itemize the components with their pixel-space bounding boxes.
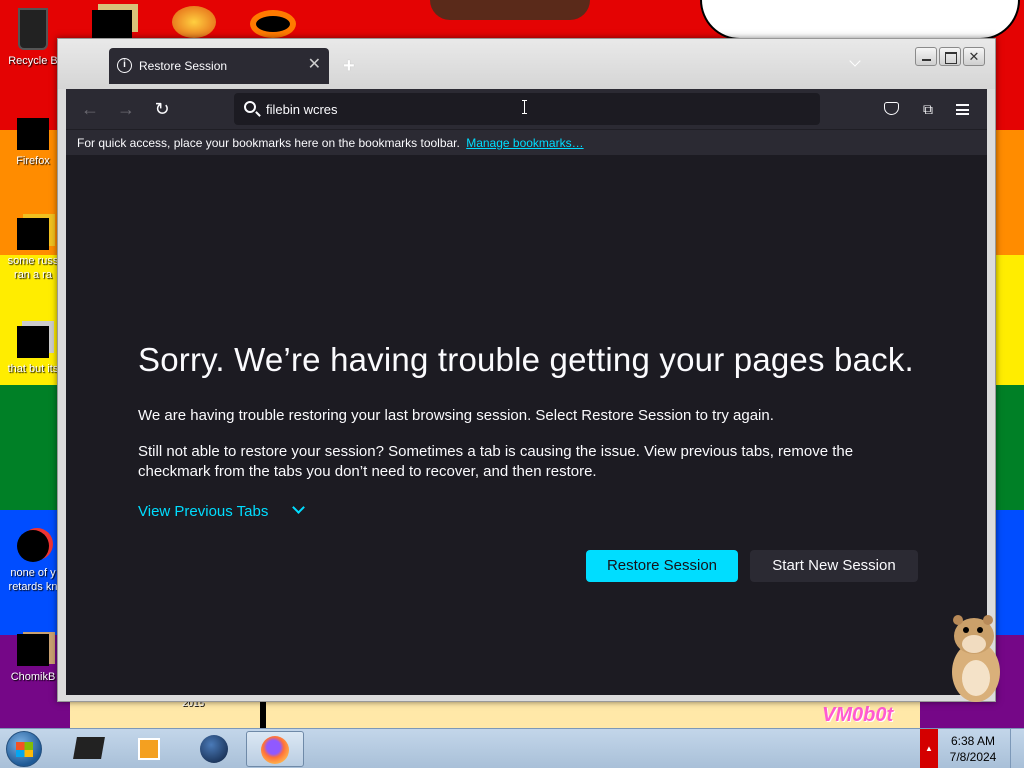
explorer-icon: [73, 737, 105, 759]
chevron-down-icon: [292, 501, 306, 514]
navigation-toolbar: ← → ↻ ⧉: [66, 89, 987, 129]
pocket-icon[interactable]: [884, 102, 899, 115]
extensions-icon[interactable]: ⧉: [918, 99, 938, 119]
tab-restore-session[interactable]: i Restore Session ✕: [109, 48, 329, 84]
show-desktop-button[interactable]: [1010, 729, 1024, 768]
tab-title: Restore Session: [139, 59, 228, 73]
forward-button[interactable]: →: [114, 97, 138, 121]
page-title: Sorry. We’re having trouble getting your…: [138, 341, 914, 378]
new-tab-button[interactable]: +: [343, 55, 355, 78]
taskbar-media-player[interactable]: [120, 731, 178, 767]
desktop-icon-label: Firefox: [16, 155, 50, 167]
desktop-icon-label-line2: ran a ra: [14, 269, 52, 281]
bookmarks-toolbar-hint: For quick access, place your bookmarks h…: [77, 136, 460, 150]
desktop-icon-app-top-2[interactable]: [250, 10, 296, 38]
show-hidden-icons-button[interactable]: ▲: [920, 729, 938, 768]
info-icon: i: [117, 58, 132, 73]
restore-help-text: Still not able to restore your session? …: [138, 443, 854, 480]
wallpaper-watermark-text: VM0b0t: [822, 704, 894, 726]
tab-close-icon[interactable]: ✕: [308, 56, 321, 74]
browser-content-frame: ← → ↻ ⧉ For quick access, place your boo…: [66, 89, 987, 695]
start-new-session-button[interactable]: Start New Session: [750, 550, 918, 582]
list-all-tabs-chevron-icon[interactable]: [849, 55, 861, 67]
desktop-icon-label: none of y: [10, 567, 56, 579]
firefox-icon: [17, 118, 49, 150]
restore-session-page: Sorry. We’re having trouble getting your…: [66, 155, 987, 695]
hamster-sticker: [952, 615, 1000, 702]
url-input[interactable]: [266, 99, 806, 119]
desktop-icon-label: ChomikB: [10, 671, 56, 683]
desktop-icon-label: that but its: [7, 363, 59, 375]
media-player-icon: [138, 738, 160, 760]
desktop-icon-file-b[interactable]: that but its: [2, 326, 64, 376]
desktop-icon-file-d[interactable]: ChomikB: [2, 634, 64, 684]
close-window-button[interactable]: ✕: [963, 47, 985, 66]
back-button[interactable]: ←: [78, 97, 102, 121]
wallpaper-cloud: [700, 0, 1020, 40]
window-controls: ✕: [915, 47, 985, 66]
wallpaper-cartoon-top: [430, 0, 590, 20]
taskbar: ▲ 6:38 AM 7/8/2024: [0, 728, 1024, 768]
start-button[interactable]: [6, 731, 42, 767]
browser-window: i Restore Session ✕ + ✕ ← → ↻ ⧉ For: [57, 38, 996, 702]
manage-bookmarks-link[interactable]: Manage bookmarks…: [466, 136, 583, 150]
desktop-icon-recycle-bin[interactable]: Recycle B: [2, 8, 64, 68]
text-cursor-icon: [522, 100, 527, 114]
restore-session-button[interactable]: Restore Session: [586, 550, 738, 582]
clock-time: 6:38 AM: [950, 734, 996, 748]
desktop-icon-firefox[interactable]: Firefox: [2, 118, 64, 168]
taskbar-clock[interactable]: 6:38 AM 7/8/2024: [942, 733, 1004, 765]
desktop-icon-label-line2: retards kn: [8, 581, 58, 593]
restore-explanation-text: We are having trouble restoring your las…: [138, 407, 774, 424]
maximize-button[interactable]: [939, 47, 961, 66]
globe-icon: [200, 735, 228, 763]
minimize-button[interactable]: [915, 47, 937, 66]
recycle-bin-icon: [18, 8, 48, 50]
menu-hamburger-icon[interactable]: [956, 104, 969, 115]
search-icon: [244, 101, 256, 113]
view-previous-tabs-toggle[interactable]: View Previous Tabs: [138, 501, 306, 520]
wallpaper-cartoon-line: [260, 702, 266, 728]
document-icon: [17, 218, 49, 250]
reload-button[interactable]: ↻: [150, 97, 174, 121]
taskbar-firefox[interactable]: [246, 731, 304, 767]
taskbar-explorer[interactable]: [60, 731, 118, 767]
media-icon: [17, 530, 49, 562]
taskbar-globe[interactable]: [184, 731, 242, 767]
desktop-icon-app-top[interactable]: [172, 6, 216, 38]
desktop-icon-folder-top[interactable]: [92, 10, 132, 38]
image-icon: [17, 634, 49, 666]
bookmarks-toolbar: For quick access, place your bookmarks h…: [66, 129, 987, 155]
desktop-icon-file-c[interactable]: none of y retards kn: [2, 530, 64, 594]
desktop-icon-label: some russ: [7, 255, 59, 267]
windows-logo-icon: [16, 742, 33, 757]
url-bar[interactable]: [234, 93, 820, 125]
desktop-icon-file-a[interactable]: some russ ran a ra: [2, 218, 64, 282]
clock-date: 7/8/2024: [949, 750, 997, 764]
view-previous-tabs-label: View Previous Tabs: [138, 503, 269, 520]
window-titlebar[interactable]: i Restore Session ✕ + ✕: [58, 39, 995, 89]
desktop-icon-label: Recycle B: [8, 55, 58, 67]
folder-icon: [17, 326, 49, 358]
firefox-icon: [261, 736, 289, 764]
